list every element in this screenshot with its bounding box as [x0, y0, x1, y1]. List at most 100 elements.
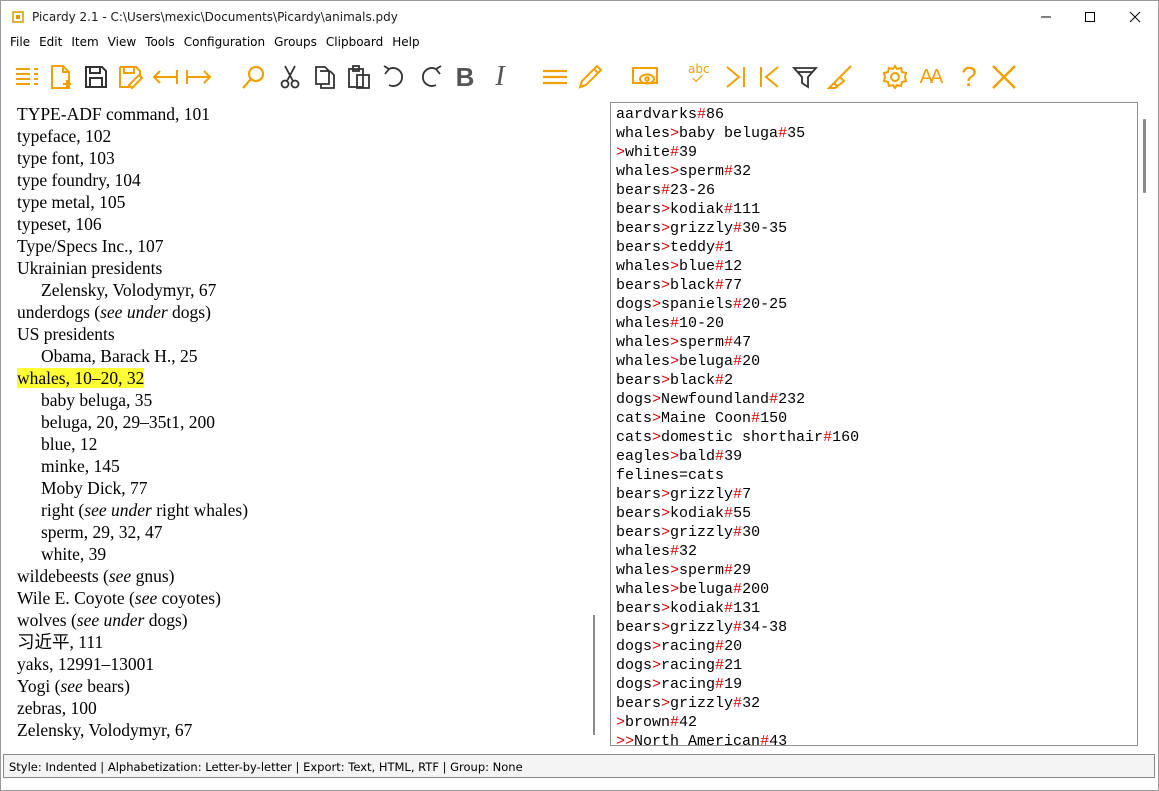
maximize-button[interactable]	[1067, 1, 1113, 33]
raw-entry-line[interactable]: whales#10-20	[616, 314, 724, 333]
raw-entry-line[interactable]: whales>sperm#32	[616, 162, 751, 181]
raw-entry-line[interactable]: bears>kodiak#111	[616, 200, 760, 219]
raw-entry-line[interactable]: dogs>racing#19	[616, 675, 742, 694]
menu-file[interactable]: File	[10, 33, 30, 53]
raw-entry-line[interactable]: bears>grizzly#7	[616, 485, 751, 504]
index-subentry[interactable]: Obama, Barack H., 25	[41, 345, 197, 367]
raw-entry-editor[interactable]: aardvarks#86 whales>baby beluga#35 >white#…	[610, 102, 1138, 746]
index-entry[interactable]: type font, 103	[17, 147, 115, 169]
search-icon[interactable]	[238, 62, 270, 92]
raw-entry-line[interactable]: bears>grizzly#30	[616, 523, 760, 542]
index-entry[interactable]: Type/Specs Inc., 107	[17, 235, 164, 257]
raw-entry-line[interactable]: >white#39	[616, 143, 697, 162]
preview-icon[interactable]	[629, 62, 661, 92]
index-entry[interactable]: Wile E. Coyote (see coyotes)	[17, 587, 221, 609]
menu-groups[interactable]: Groups	[274, 33, 317, 53]
previous-icon[interactable]	[754, 62, 786, 92]
cut-icon[interactable]	[274, 62, 306, 92]
copy-icon[interactable]	[308, 62, 340, 92]
raw-entry-line[interactable]: whales>blue#12	[616, 257, 742, 276]
font-size-icon[interactable]: AA	[914, 62, 946, 92]
raw-entry-line[interactable]: eagles>bald#39	[616, 447, 742, 466]
index-subentry[interactable]: blue, 12	[41, 433, 97, 455]
index-entry[interactable]: type metal, 105	[17, 191, 125, 213]
new-file-icon[interactable]	[45, 62, 77, 92]
index-subentry[interactable]: right (see under right whales)	[41, 499, 248, 521]
arrow-right-icon[interactable]	[183, 62, 215, 92]
redo-icon[interactable]	[414, 62, 446, 92]
raw-entry-line[interactable]: bears>black#2	[616, 371, 733, 390]
index-entry[interactable]: type foundry, 104	[17, 169, 141, 191]
raw-entry-line[interactable]: bears>grizzly#34-38	[616, 618, 787, 637]
close-window-button[interactable]	[1112, 1, 1158, 33]
menu-edit[interactable]: Edit	[39, 33, 62, 53]
help-icon[interactable]: ?	[953, 61, 985, 92]
undo-icon[interactable]	[379, 62, 411, 92]
index-entry[interactable]: Zelensky, Volodymyr, 67	[17, 719, 192, 741]
index-entry[interactable]: Yogi (see bears)	[17, 675, 130, 697]
menu-view[interactable]: View	[108, 33, 136, 53]
raw-entry-line[interactable]: whales#32	[616, 542, 697, 561]
index-subentry[interactable]: sperm, 29, 32, 47	[41, 521, 163, 543]
menu-clipboard[interactable]: Clipboard	[326, 33, 383, 53]
menu-configuration[interactable]: Configuration	[184, 33, 265, 53]
index-subentry[interactable]: beluga, 20, 29–35t1, 200	[41, 411, 215, 433]
raw-entry-line[interactable]: bears>kodiak#131	[616, 599, 760, 618]
raw-entry-line[interactable]: dogs>spaniels#20-25	[616, 295, 787, 314]
raw-entry-line[interactable]: cats>domestic shorthair#160	[616, 428, 859, 447]
index-entry[interactable]: wolves (see under dogs)	[17, 609, 188, 631]
filter-icon[interactable]	[789, 62, 821, 92]
next-icon[interactable]	[719, 62, 751, 92]
spellcheck-icon[interactable]: abc	[684, 62, 716, 92]
raw-entry-line[interactable]: bears>grizzly#32	[616, 694, 760, 713]
clean-icon[interactable]	[824, 62, 856, 92]
index-entry[interactable]: 习近平, 111	[17, 631, 103, 653]
raw-entry-line[interactable]: cats>Maine Coon#150	[616, 409, 787, 428]
raw-entry-line[interactable]: felines=cats	[616, 466, 724, 485]
title-bar[interactable]: Picardy 2.1 - C:\Users\mexic\Documents\P…	[1, 1, 1158, 33]
index-entry[interactable]: Ukrainian presidents	[17, 257, 162, 279]
close-icon[interactable]	[988, 62, 1020, 92]
menu-tools[interactable]: Tools	[145, 33, 175, 53]
save-icon[interactable]	[80, 62, 112, 92]
raw-entry-line[interactable]: bears>kodiak#55	[616, 504, 751, 523]
index-subentry[interactable]: Moby Dick, 77	[41, 477, 147, 499]
index-entry[interactable]: typeset, 106	[17, 213, 102, 235]
index-subentry[interactable]: white, 39	[41, 543, 106, 565]
raw-entry-line[interactable]: whales>sperm#47	[616, 333, 751, 352]
index-subentry[interactable]: minke, 145	[41, 455, 120, 477]
arrow-left-icon[interactable]	[149, 62, 181, 92]
list-icon[interactable]	[11, 62, 43, 92]
raw-entry-line[interactable]: >brown#42	[616, 713, 697, 732]
bold-icon[interactable]: B	[449, 62, 481, 92]
raw-entry-line[interactable]: >>North American#43	[616, 732, 787, 745]
menu-help[interactable]: Help	[392, 33, 419, 53]
raw-entry-line[interactable]: whales>beluga#20	[616, 352, 760, 371]
menu-lines-icon[interactable]	[539, 62, 571, 92]
index-entry[interactable]: whales, 10–20, 32	[17, 367, 145, 389]
menu-item[interactable]: Item	[71, 33, 98, 53]
raw-entry-line[interactable]: dogs>racing#21	[616, 656, 742, 675]
index-entry[interactable]: yaks, 12991–13001	[17, 653, 154, 675]
index-subentry[interactable]: baby beluga, 35	[41, 389, 152, 411]
right-scrollbar[interactable]	[1143, 119, 1146, 193]
index-subentry[interactable]: Zelensky, Volodymyr, 67	[41, 279, 216, 301]
save-as-icon[interactable]	[114, 62, 146, 92]
raw-entry-line[interactable]: bears>grizzly#30-35	[616, 219, 787, 238]
raw-entry-line[interactable]: dogs>racing#20	[616, 637, 742, 656]
settings-icon[interactable]	[879, 62, 911, 92]
raw-entry-line[interactable]: whales>baby beluga#35	[616, 124, 805, 143]
index-entry[interactable]: zebras, 100	[17, 697, 97, 719]
raw-entry-line[interactable]: dogs>Newfoundland#232	[616, 390, 805, 409]
raw-entry-line[interactable]: aardvarks#86	[616, 105, 724, 124]
index-entry[interactable]: typeface, 102	[17, 125, 111, 147]
index-preview-pane[interactable]: TYPE-ADF command, 101 typeface, 102 type f…	[3, 99, 595, 751]
index-entry[interactable]: US presidents	[17, 323, 115, 345]
raw-entry-line[interactable]: bears>teddy#1	[616, 238, 733, 257]
raw-entry-line[interactable]: bears>black#77	[616, 276, 742, 295]
index-entry[interactable]: underdogs (see under dogs)	[17, 301, 211, 323]
minimize-button[interactable]	[1023, 1, 1069, 33]
raw-entry-line[interactable]: whales>sperm#29	[616, 561, 751, 580]
index-entry[interactable]: TYPE-ADF command, 101	[17, 103, 210, 125]
raw-entry-line[interactable]: bears#23-26	[616, 181, 715, 200]
